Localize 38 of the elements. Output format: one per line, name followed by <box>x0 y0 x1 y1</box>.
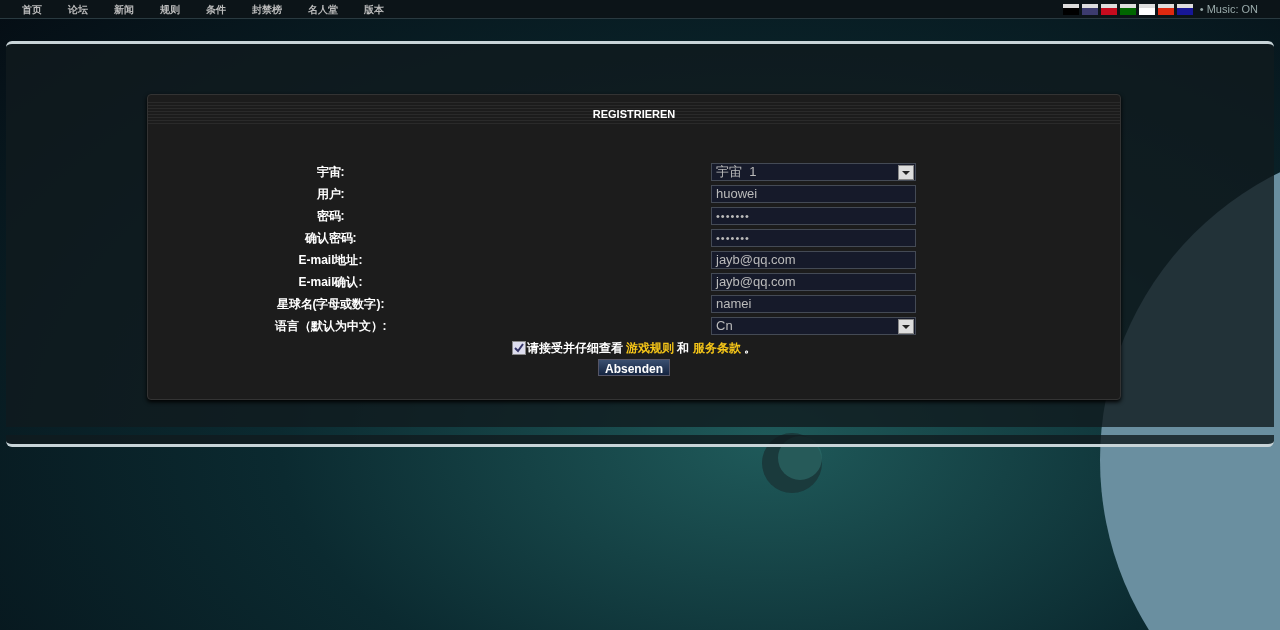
field-label: 用户: <box>315 186 346 203</box>
agreement-text: 请接受并仔细查看 游戏规则 和 服务条款 。 <box>526 340 757 357</box>
nav-link[interactable]: 名人堂 <box>308 1 338 17</box>
password-field[interactable]: ••••••• <box>711 207 916 225</box>
nav-link[interactable]: 首页 <box>22 1 42 17</box>
field-label: 确认密码: <box>303 230 358 247</box>
dropdown[interactable]: 宇宙 1 <box>711 163 916 181</box>
input-field[interactable]: namei <box>711 295 916 313</box>
nav-link[interactable]: 封禁榜 <box>252 1 282 17</box>
nav-link[interactable]: 规则 <box>160 1 180 17</box>
input-field[interactable]: huowei <box>711 185 916 203</box>
nav-link[interactable]: 论坛 <box>68 1 88 17</box>
input-field[interactable]: jayb@qq.com <box>711 251 916 269</box>
field-label: E-mail确认: <box>297 274 364 291</box>
form-title: REGISTRIEREN <box>148 102 1120 126</box>
field-label: E-mail地址: <box>297 252 364 269</box>
flag-icon[interactable] <box>1119 3 1136 15</box>
flag-icon[interactable] <box>1081 3 1098 15</box>
field-label: 星球名(字母或数字): <box>275 296 386 313</box>
input-field[interactable]: jayb@qq.com <box>711 273 916 291</box>
flag-icon[interactable] <box>1176 3 1193 15</box>
flag-icon[interactable] <box>1100 3 1117 15</box>
music-toggle[interactable]: • Music: ON <box>1199 0 1258 18</box>
field-label: 密码: <box>315 208 346 225</box>
field-label: 语言（默认为中文）: <box>273 318 388 335</box>
game-rules-link[interactable]: 游戏规则 <box>626 341 675 355</box>
agree-checkbox[interactable] <box>511 341 526 355</box>
flag-icon[interactable] <box>1157 3 1174 15</box>
nav-link[interactable]: 条件 <box>206 1 226 17</box>
nav-link[interactable]: 版本 <box>364 1 384 17</box>
password-field[interactable]: ••••••• <box>711 229 916 247</box>
dropdown[interactable]: Cn <box>711 317 916 335</box>
field-label: 宇宙: <box>315 164 346 181</box>
submit-button[interactable]: Absenden <box>598 359 670 376</box>
flag-icon[interactable] <box>1138 3 1155 15</box>
nav-link[interactable]: 新闻 <box>114 1 134 17</box>
flag-icon[interactable] <box>1062 3 1079 15</box>
terms-link[interactable]: 服务条款 <box>692 341 741 355</box>
